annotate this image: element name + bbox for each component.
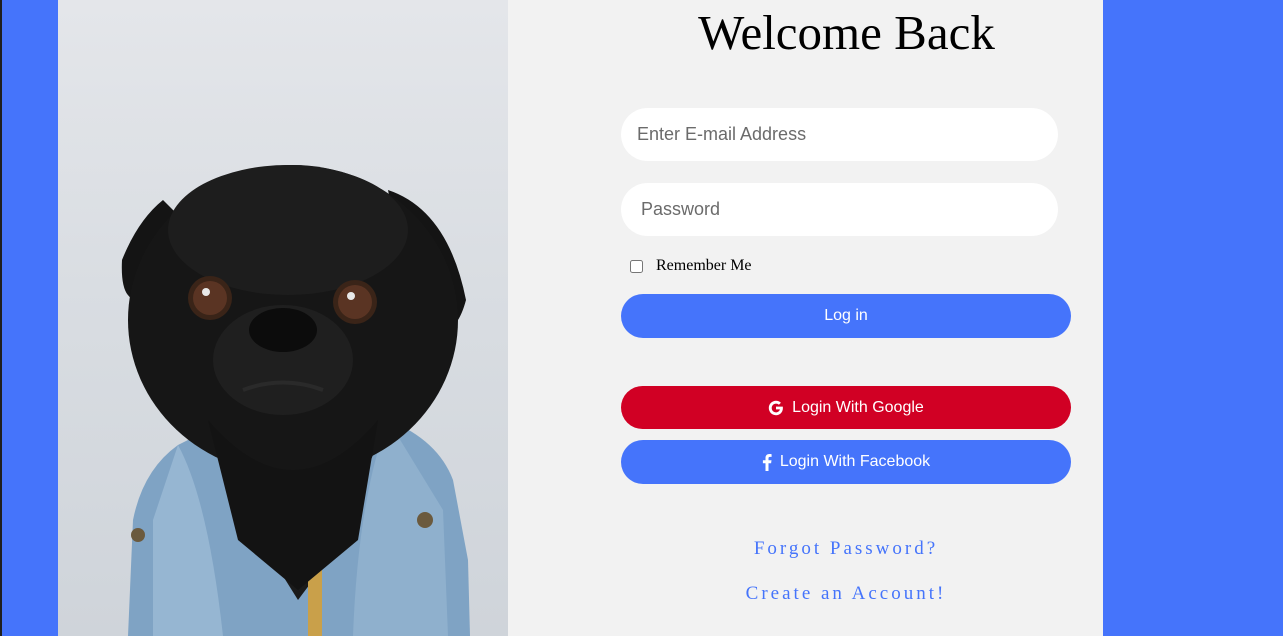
page-title: Welcome Back xyxy=(698,5,995,60)
login-button-label: Log in xyxy=(824,307,868,324)
remember-me[interactable]: Remember Me xyxy=(630,257,752,275)
facebook-login-label: Login With Facebook xyxy=(779,453,931,470)
remember-me-checkbox[interactable] xyxy=(630,259,643,273)
google-login-label: Login With Google xyxy=(792,398,924,416)
create-account-link[interactable]: Create an Account! xyxy=(621,583,1071,605)
forgot-password-link[interactable]: Forgot Password? xyxy=(621,538,1071,560)
login-card: Welcome Back Remember Me Log in Login Wi… xyxy=(58,0,1103,636)
window-edge xyxy=(0,0,2,636)
facebook-login-button[interactable]: Login With Facebook xyxy=(621,440,1071,484)
google-icon xyxy=(768,400,784,416)
password-field[interactable] xyxy=(621,183,1058,236)
remember-me-label: Remember Me xyxy=(656,257,752,274)
email-field[interactable] xyxy=(621,108,1058,161)
login-button[interactable]: Log in xyxy=(621,294,1071,338)
google-login-button[interactable]: Login With Google xyxy=(621,386,1071,429)
login-form: Welcome Back Remember Me Log in Login Wi… xyxy=(508,0,1103,636)
pug-photo xyxy=(58,0,508,636)
facebook-icon xyxy=(762,453,772,471)
